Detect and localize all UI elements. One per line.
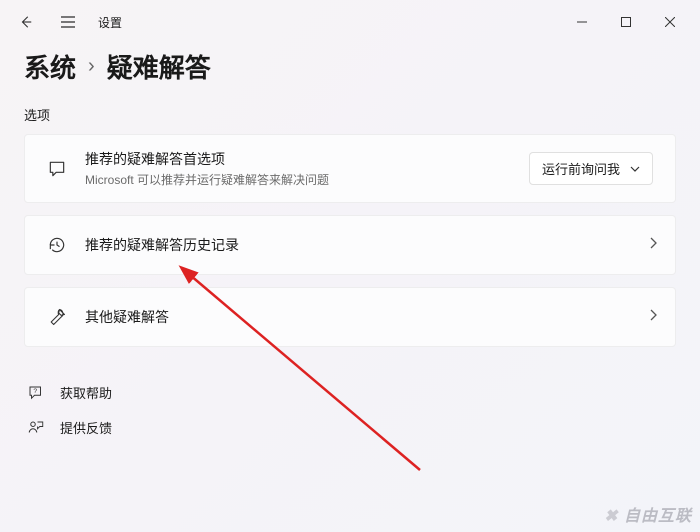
help-label: 获取帮助 bbox=[60, 383, 112, 402]
back-button[interactable] bbox=[8, 4, 44, 40]
maximize-icon bbox=[621, 17, 631, 27]
chevron-right-icon bbox=[649, 236, 657, 254]
breadcrumb-parent[interactable]: 系统 bbox=[24, 48, 76, 85]
breadcrumb-current: 疑难解答 bbox=[107, 48, 211, 85]
content-area: 系统 › 疑难解答 选项 推荐的疑难解答首选项 Microsoft 可以推荐并运… bbox=[0, 48, 700, 445]
chevron-right-icon bbox=[649, 308, 657, 326]
minimize-icon bbox=[577, 17, 587, 27]
card-other-title: 其他疑难解答 bbox=[85, 307, 641, 327]
hamburger-icon bbox=[60, 15, 76, 29]
card-preferences-title: 推荐的疑难解答首选项 bbox=[85, 149, 529, 169]
history-icon bbox=[43, 235, 71, 255]
watermark: ✖ 自由互联 bbox=[604, 502, 692, 526]
breadcrumb-separator: › bbox=[88, 55, 95, 78]
titlebar: 设置 bbox=[0, 0, 700, 44]
app-title: 设置 bbox=[98, 14, 122, 31]
card-other[interactable]: 其他疑难解答 bbox=[24, 287, 676, 347]
close-button[interactable] bbox=[648, 6, 692, 38]
maximize-button[interactable] bbox=[604, 6, 648, 38]
card-history[interactable]: 推荐的疑难解答历史记录 bbox=[24, 215, 676, 275]
help-link[interactable]: ? 获取帮助 bbox=[24, 375, 676, 410]
svg-text:?: ? bbox=[33, 388, 37, 395]
card-preferences[interactable]: 推荐的疑难解答首选项 Microsoft 可以推荐并运行疑难解答来解决问题 运行… bbox=[24, 134, 676, 203]
chevron-down-icon bbox=[630, 166, 640, 172]
footer-links: ? 获取帮助 提供反馈 bbox=[24, 375, 676, 445]
preferences-dropdown-value: 运行前询问我 bbox=[542, 159, 620, 178]
card-other-text: 其他疑难解答 bbox=[85, 307, 641, 327]
card-preferences-subtitle: Microsoft 可以推荐并运行疑难解答来解决问题 bbox=[85, 171, 529, 188]
minimize-button[interactable] bbox=[560, 6, 604, 38]
feedback-label: 提供反馈 bbox=[60, 418, 112, 437]
section-label: 选项 bbox=[24, 105, 676, 124]
window-controls bbox=[560, 6, 692, 38]
card-history-text: 推荐的疑难解答历史记录 bbox=[85, 235, 641, 255]
card-preferences-text: 推荐的疑难解答首选项 Microsoft 可以推荐并运行疑难解答来解决问题 bbox=[85, 149, 529, 188]
wrench-icon bbox=[43, 307, 71, 327]
titlebar-left: 设置 bbox=[8, 4, 122, 40]
chat-icon bbox=[43, 159, 71, 179]
menu-button[interactable] bbox=[50, 4, 86, 40]
close-icon bbox=[665, 17, 675, 27]
card-history-title: 推荐的疑难解答历史记录 bbox=[85, 235, 641, 255]
help-icon: ? bbox=[26, 384, 46, 402]
feedback-icon bbox=[26, 419, 46, 437]
feedback-link[interactable]: 提供反馈 bbox=[24, 410, 676, 445]
back-arrow-icon bbox=[19, 15, 33, 29]
breadcrumb: 系统 › 疑难解答 bbox=[24, 48, 676, 85]
preferences-dropdown[interactable]: 运行前询问我 bbox=[529, 152, 653, 185]
